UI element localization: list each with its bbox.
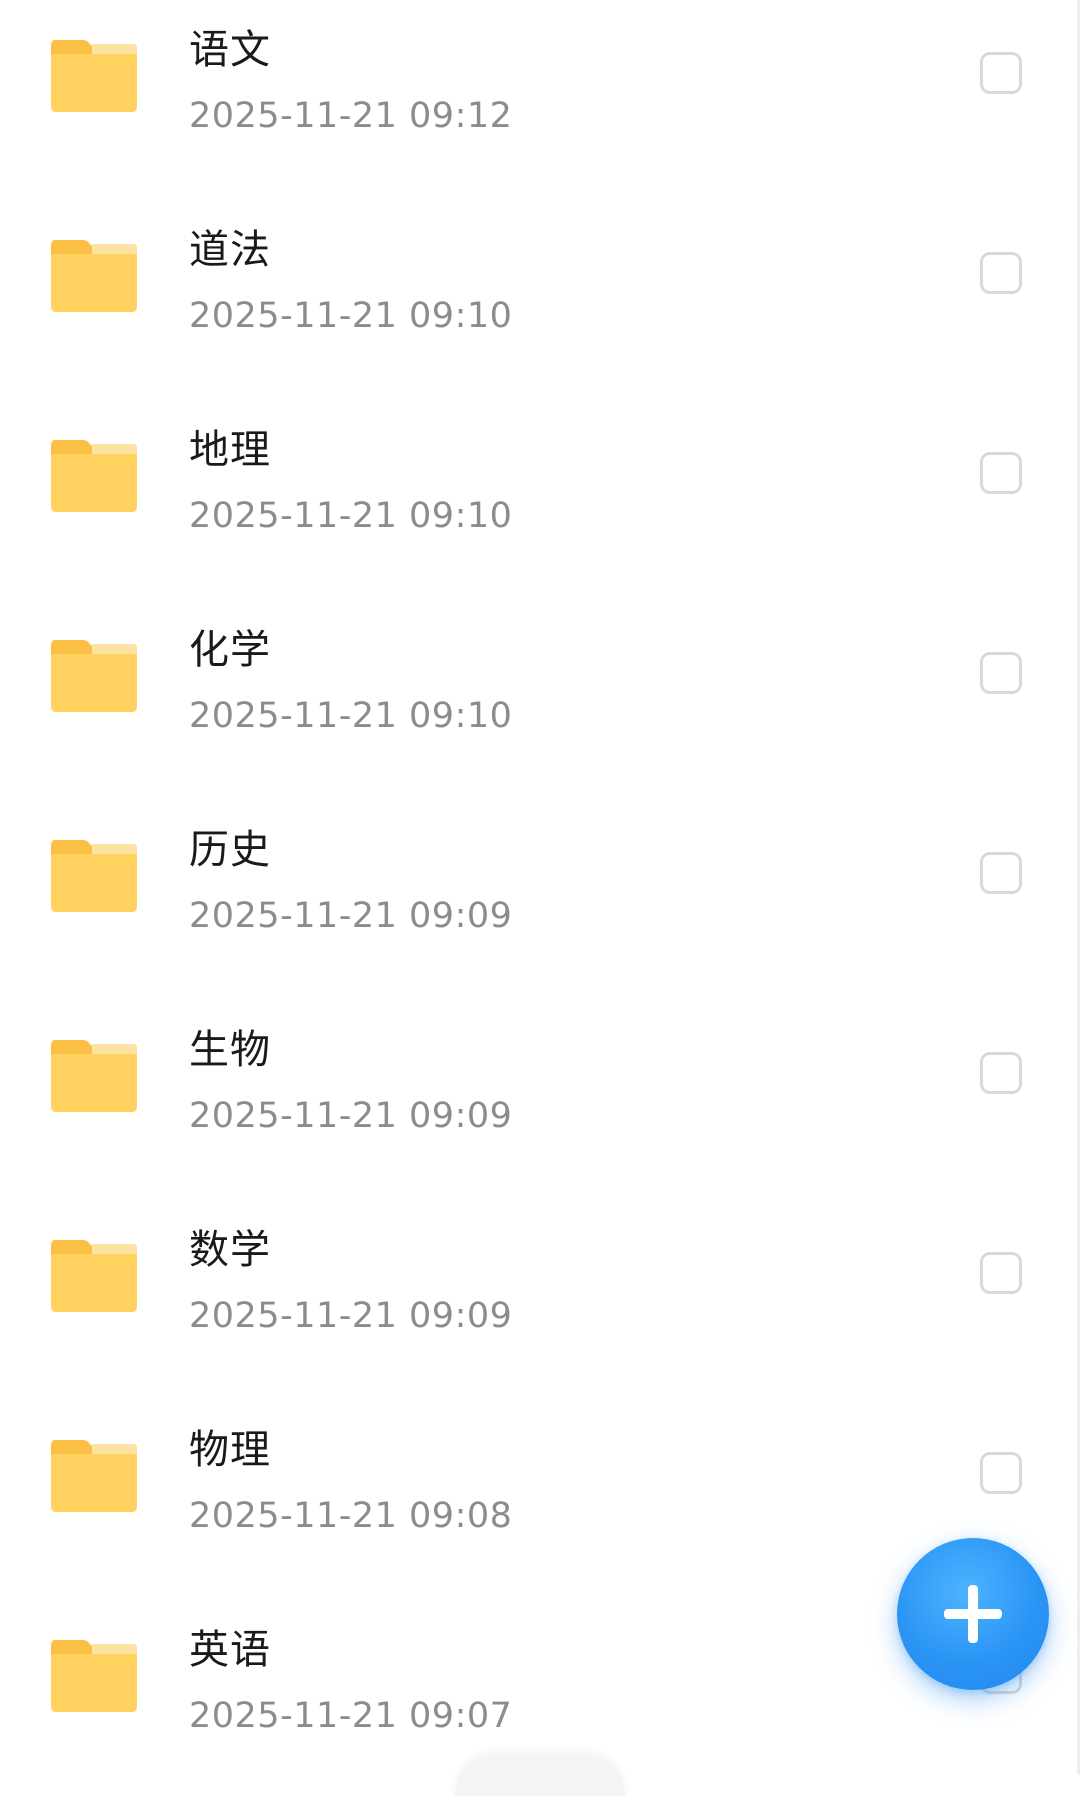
file-modified-date: 2025-11-21 09:10: [189, 696, 513, 736]
file-modified-date: 2025-11-21 09:09: [189, 1096, 513, 1136]
file-name: 历史: [189, 827, 271, 873]
plus-icon-stroke: [968, 1585, 978, 1643]
file-modified-date: 2025-11-21 09:10: [189, 296, 513, 336]
folder-icon: [49, 236, 139, 314]
bottom-sheet-handle[interactable]: [455, 1756, 625, 1796]
add-button[interactable]: [897, 1538, 1049, 1690]
select-checkbox[interactable]: [980, 452, 1022, 494]
select-checkbox[interactable]: [980, 1252, 1022, 1294]
select-checkbox[interactable]: [980, 1452, 1022, 1494]
file-name: 道法: [189, 227, 271, 273]
file-name: 地理: [189, 427, 271, 473]
file-name: 英语: [189, 1627, 271, 1673]
file-name: 物理: [189, 1427, 271, 1473]
file-name: 数学: [189, 1227, 271, 1273]
folder-icon: [49, 1036, 139, 1114]
file-modified-date: 2025-11-21 09:12: [189, 96, 513, 136]
select-checkbox[interactable]: [980, 52, 1022, 94]
list-item[interactable]: 历史 2025-11-21 09:09: [0, 800, 1080, 1000]
select-checkbox[interactable]: [980, 1052, 1022, 1094]
file-modified-date: 2025-11-21 09:07: [189, 1696, 513, 1736]
file-name: 化学: [189, 627, 271, 673]
folder-icon: [49, 636, 139, 714]
list-item[interactable]: 语文 2025-11-21 09:12: [0, 0, 1080, 200]
folder-icon: [49, 1236, 139, 1314]
list-item[interactable]: 生物 2025-11-21 09:09: [0, 1000, 1080, 1200]
list-item[interactable]: 道法 2025-11-21 09:10: [0, 200, 1080, 400]
folder-icon: [49, 36, 139, 114]
list-item[interactable]: 地理 2025-11-21 09:10: [0, 400, 1080, 600]
folder-icon: [49, 436, 139, 514]
folder-icon: [49, 1636, 139, 1714]
select-checkbox[interactable]: [980, 652, 1022, 694]
folder-icon: [49, 1436, 139, 1514]
list-item[interactable]: 化学 2025-11-21 09:10: [0, 600, 1080, 800]
list-item[interactable]: 数学 2025-11-21 09:09: [0, 1200, 1080, 1400]
file-modified-date: 2025-11-21 09:10: [189, 496, 513, 536]
select-checkbox[interactable]: [980, 852, 1022, 894]
file-modified-date: 2025-11-21 09:09: [189, 1296, 513, 1336]
folder-icon: [49, 836, 139, 914]
file-modified-date: 2025-11-21 09:08: [189, 1496, 513, 1536]
file-modified-date: 2025-11-21 09:09: [189, 896, 513, 936]
select-checkbox[interactable]: [980, 252, 1022, 294]
file-name: 语文: [189, 27, 271, 73]
file-name: 生物: [189, 1027, 271, 1073]
